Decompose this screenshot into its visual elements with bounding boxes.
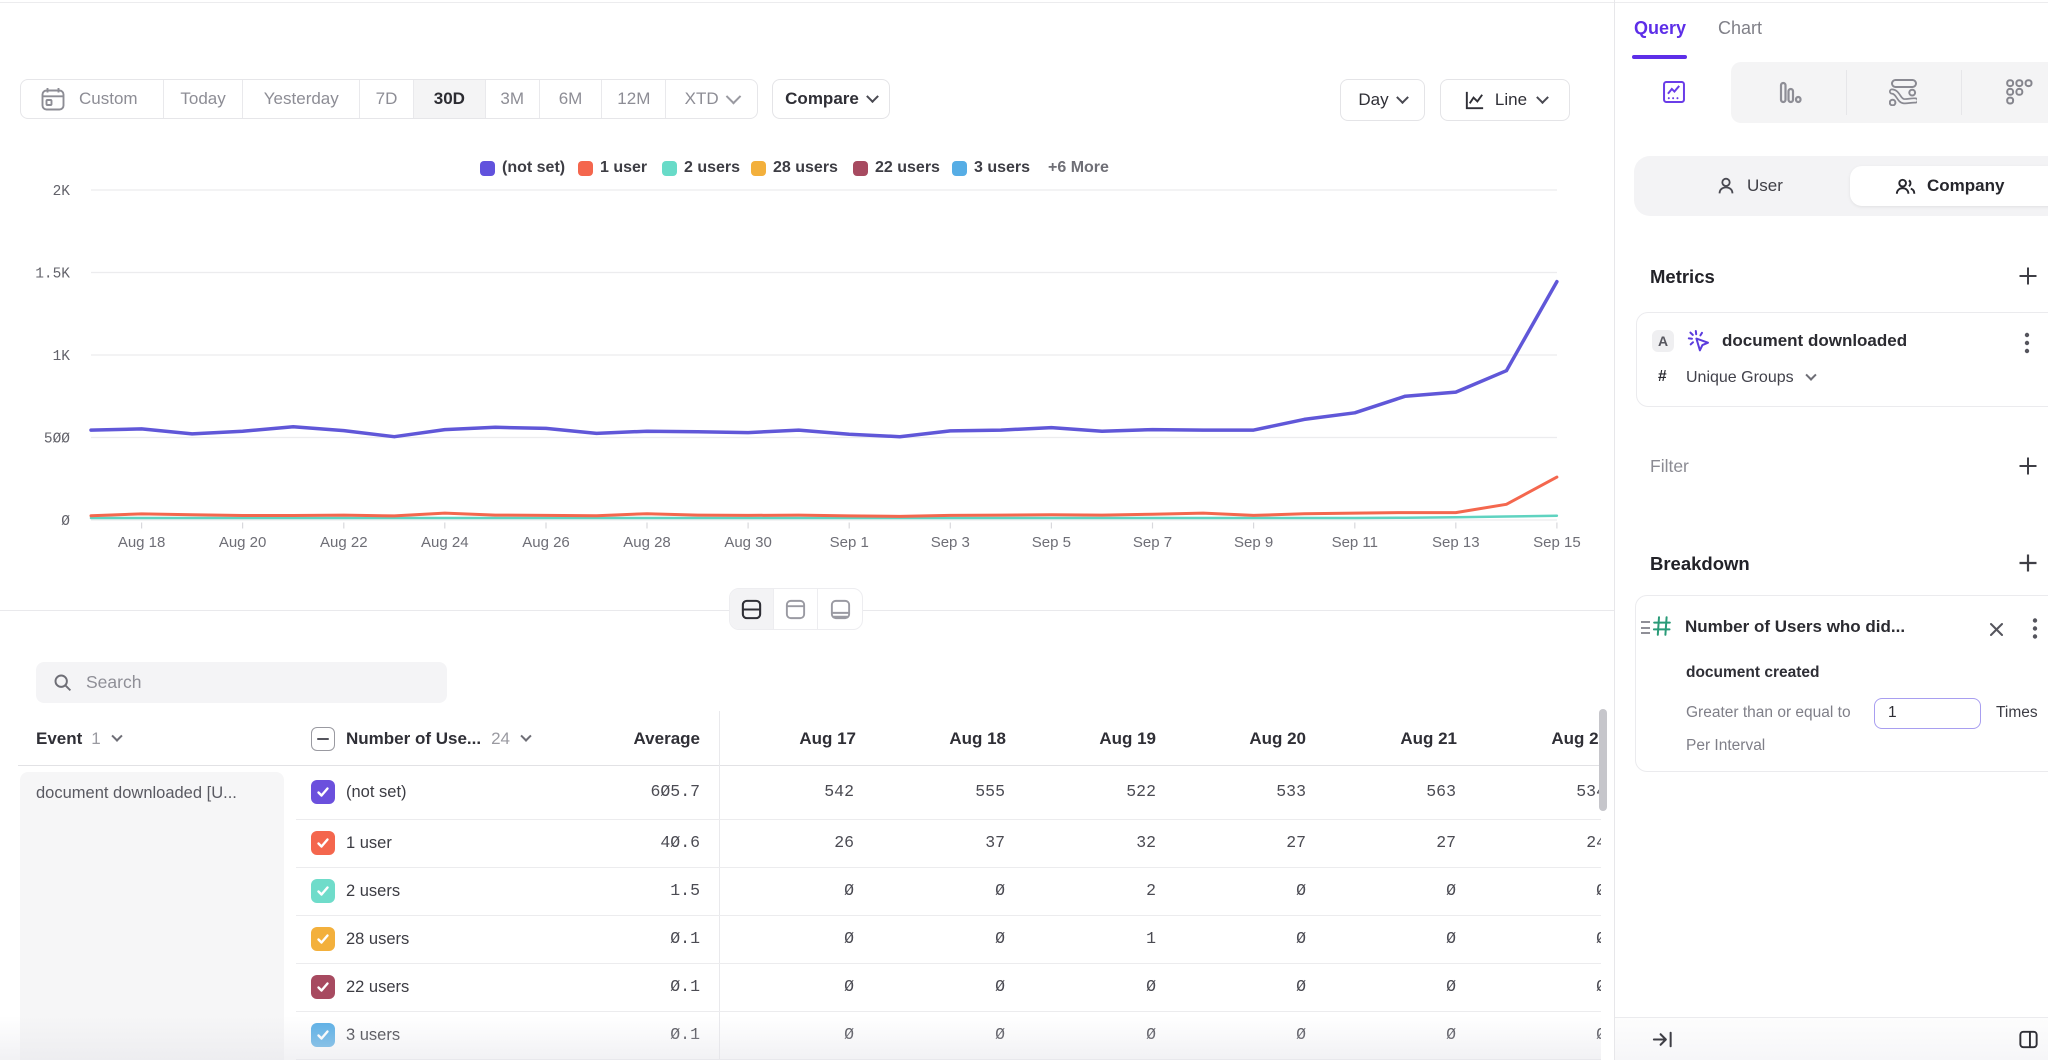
svg-text:Ø: Ø [61, 514, 70, 530]
svg-text:Sep 13: Sep 13 [1432, 534, 1480, 551]
svg-text:Sep 9: Sep 9 [1234, 534, 1273, 551]
svg-text:1K: 1K [53, 349, 71, 365]
svg-text:Aug 18: Aug 18 [118, 534, 166, 551]
svg-text:1.5K: 1.5K [35, 267, 70, 283]
svg-text:5ØØ: 5ØØ [44, 432, 70, 448]
svg-text:Sep 5: Sep 5 [1032, 534, 1071, 551]
svg-text:Sep 7: Sep 7 [1133, 534, 1172, 551]
svg-text:Sep 3: Sep 3 [931, 534, 970, 551]
svg-text:Sep 11: Sep 11 [1332, 534, 1378, 551]
svg-text:Sep 15: Sep 15 [1533, 534, 1581, 551]
svg-text:Sep 1: Sep 1 [830, 534, 869, 551]
svg-text:Aug 26: Aug 26 [522, 534, 570, 551]
svg-text:Aug 24: Aug 24 [421, 534, 469, 551]
svg-text:Aug 22: Aug 22 [320, 534, 368, 551]
svg-text:Aug 28: Aug 28 [623, 534, 671, 551]
svg-text:Aug 30: Aug 30 [724, 534, 772, 551]
svg-text:2K: 2K [53, 184, 71, 200]
svg-text:Aug 20: Aug 20 [219, 534, 267, 551]
